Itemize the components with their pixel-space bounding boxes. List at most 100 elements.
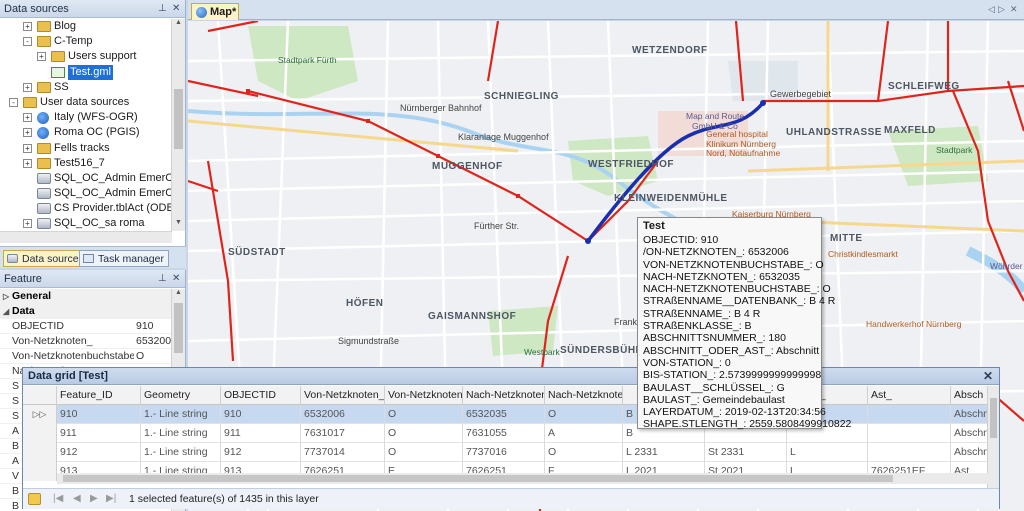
first-record-icon[interactable]: |◀ xyxy=(53,493,63,504)
pin-icon[interactable]: ⊥ xyxy=(158,3,167,14)
tree-item[interactable]: SQL_OC_Admin EmerCAD xyxy=(0,171,172,186)
column-header[interactable]: Von-Netzknoten_ xyxy=(301,386,385,405)
property-category[interactable]: ▷ General xyxy=(0,289,172,304)
column-header[interactable]: Feature_ID xyxy=(57,386,141,405)
row-indicator[interactable] xyxy=(23,443,57,462)
column-header[interactable]: Nach-Netzknoten_ xyxy=(463,386,545,405)
table-cell[interactable]: St 2331 xyxy=(705,443,787,462)
expand-icon[interactable]: + xyxy=(23,128,32,138)
expand-icon[interactable]: + xyxy=(23,158,32,168)
collapse-icon[interactable]: - xyxy=(23,37,32,47)
tab-task-manager[interactable]: Task manager xyxy=(79,250,169,267)
row-indicator[interactable] xyxy=(23,462,57,481)
close-icon[interactable]: ✕ xyxy=(172,273,180,284)
expand-icon[interactable]: + xyxy=(23,143,32,153)
scroll-up-icon[interactable]: ▲ xyxy=(172,19,185,31)
grid-vertical-scrollbar[interactable] xyxy=(987,386,999,488)
expand-icon[interactable]: + xyxy=(23,82,32,92)
property-row[interactable]: Von-Netzknotenbuchstabe_ O xyxy=(0,349,172,364)
tree-item[interactable]: + Users support xyxy=(0,49,172,64)
collapse-icon[interactable]: ◢ xyxy=(3,304,9,319)
column-header[interactable]: Nach-Netzknotenbu xyxy=(545,386,623,405)
tree-item[interactable]: CS Provider.tblAct (ODBC) xyxy=(0,201,172,216)
row-indicator[interactable]: ▷▷ xyxy=(23,405,57,424)
table-cell[interactable]: O xyxy=(545,443,623,462)
table-cell[interactable]: L xyxy=(787,443,868,462)
previous-record-icon[interactable]: ◀ xyxy=(73,493,81,504)
scroll-thumb[interactable] xyxy=(174,89,183,149)
close-icon[interactable]: ✕ xyxy=(1010,4,1018,15)
tree-item[interactable]: SQL_OC_Admin EmerCAD xyxy=(0,186,172,201)
scroll-thumb[interactable] xyxy=(174,303,183,353)
layer-icon[interactable] xyxy=(28,493,41,505)
table-cell[interactable]: L 2331 xyxy=(623,443,705,462)
table-cell[interactable] xyxy=(868,405,951,424)
table-cell[interactable]: 7631055 xyxy=(463,424,545,443)
table-cell[interactable]: Abschnitt xyxy=(951,405,988,424)
table-cell[interactable]: 911 xyxy=(57,424,141,443)
column-header[interactable]: Von-Netzknotenbuc xyxy=(385,386,463,405)
data-grid-title-bar[interactable]: Data grid [Test] ✕ xyxy=(23,368,999,385)
tree-item[interactable]: + Roma OC (PGIS) xyxy=(0,125,172,140)
pin-icon[interactable]: ⊥ xyxy=(158,273,167,284)
tree-item[interactable]: + Test516_7 xyxy=(0,156,172,171)
row-indicator[interactable] xyxy=(23,424,57,443)
table-cell[interactable] xyxy=(868,443,951,462)
tree-item[interactable]: + Italy (WFS-OGR) xyxy=(0,110,172,125)
table-cell[interactable]: 7737014 xyxy=(301,443,385,462)
table-cell[interactable]: O xyxy=(385,424,463,443)
table-cell[interactable]: A xyxy=(545,424,623,443)
table-cell[interactable]: 7631017 xyxy=(301,424,385,443)
table-cell[interactable]: 7737016 xyxy=(463,443,545,462)
expand-icon[interactable]: ▷ xyxy=(3,289,9,304)
table-cell[interactable]: 6532006 xyxy=(301,405,385,424)
close-icon[interactable]: ✕ xyxy=(172,3,180,14)
table-cell[interactable]: 912 xyxy=(221,443,301,462)
tree-item[interactable]: + SQL_OC_sa roma xyxy=(0,216,172,231)
table-cell[interactable] xyxy=(868,424,951,443)
table-cell[interactable]: 1.- Line string xyxy=(141,405,221,424)
table-cell[interactable]: 911 xyxy=(221,424,301,443)
property-row[interactable]: Von-Netzknoten_ 6532006 xyxy=(0,334,172,349)
table-cell[interactable]: O xyxy=(385,405,463,424)
table-cell[interactable]: Abschnitt xyxy=(951,443,988,462)
collapse-icon[interactable]: - xyxy=(9,97,18,107)
tab-map[interactable]: Map* xyxy=(191,3,239,20)
data-sources-tree[interactable]: + Blog - C-Temp + Users support Test.gml + SS - Us… xyxy=(0,19,172,231)
grid-horizontal-scrollbar[interactable] xyxy=(57,473,988,484)
table-cell[interactable]: 1.- Line string xyxy=(141,443,221,462)
expand-icon[interactable]: + xyxy=(37,52,46,62)
table-cell[interactable]: 912 xyxy=(57,443,141,462)
close-icon[interactable]: ✕ xyxy=(983,369,993,383)
tab-scroll-left-icon[interactable]: ◁ xyxy=(988,4,995,15)
column-header[interactable]: OBJECTID xyxy=(221,386,301,405)
expand-icon[interactable]: + xyxy=(23,113,32,123)
column-header[interactable]: Absch xyxy=(951,386,991,405)
tree-item[interactable]: + Blog xyxy=(0,19,172,34)
table-cell[interactable]: O xyxy=(545,405,623,424)
column-header[interactable]: Geometry xyxy=(141,386,221,405)
next-record-icon[interactable]: ▶ xyxy=(90,493,98,504)
property-category[interactable]: ◢ Data xyxy=(0,304,172,319)
table-row[interactable]: 912 1.- Line string 912 7737014 O 7737016 O L 2… xyxy=(23,443,988,462)
table-cell[interactable]: O xyxy=(385,443,463,462)
scroll-thumb[interactable] xyxy=(990,398,997,438)
tree-item[interactable]: - User data sources xyxy=(0,95,172,110)
scroll-down-icon[interactable]: ▼ xyxy=(172,219,185,231)
table-cell[interactable]: Abschnitt xyxy=(951,424,988,443)
tree-item[interactable]: - C-Temp xyxy=(0,34,172,49)
tree-item[interactable]: + Fells tracks xyxy=(0,141,172,156)
tab-data-sources[interactable]: Data sources xyxy=(3,250,89,267)
expand-icon[interactable]: + xyxy=(23,22,32,31)
property-row[interactable]: OBJECTID 910 xyxy=(0,319,172,334)
table-cell[interactable]: 1.- Line string xyxy=(141,424,221,443)
scroll-up-icon[interactable]: ▲ xyxy=(172,289,185,301)
tab-scroll-right-icon[interactable]: ▷ xyxy=(998,4,1005,15)
expand-icon[interactable]: + xyxy=(23,219,32,229)
last-record-icon[interactable]: ▶| xyxy=(106,493,116,504)
tree-vertical-scrollbar[interactable]: ▲ ▼ xyxy=(171,19,185,231)
table-cell[interactable]: 910 xyxy=(57,405,141,424)
scroll-thumb[interactable] xyxy=(63,475,893,482)
tree-horizontal-scrollbar[interactable] xyxy=(0,231,172,243)
table-cell[interactable]: 910 xyxy=(221,405,301,424)
